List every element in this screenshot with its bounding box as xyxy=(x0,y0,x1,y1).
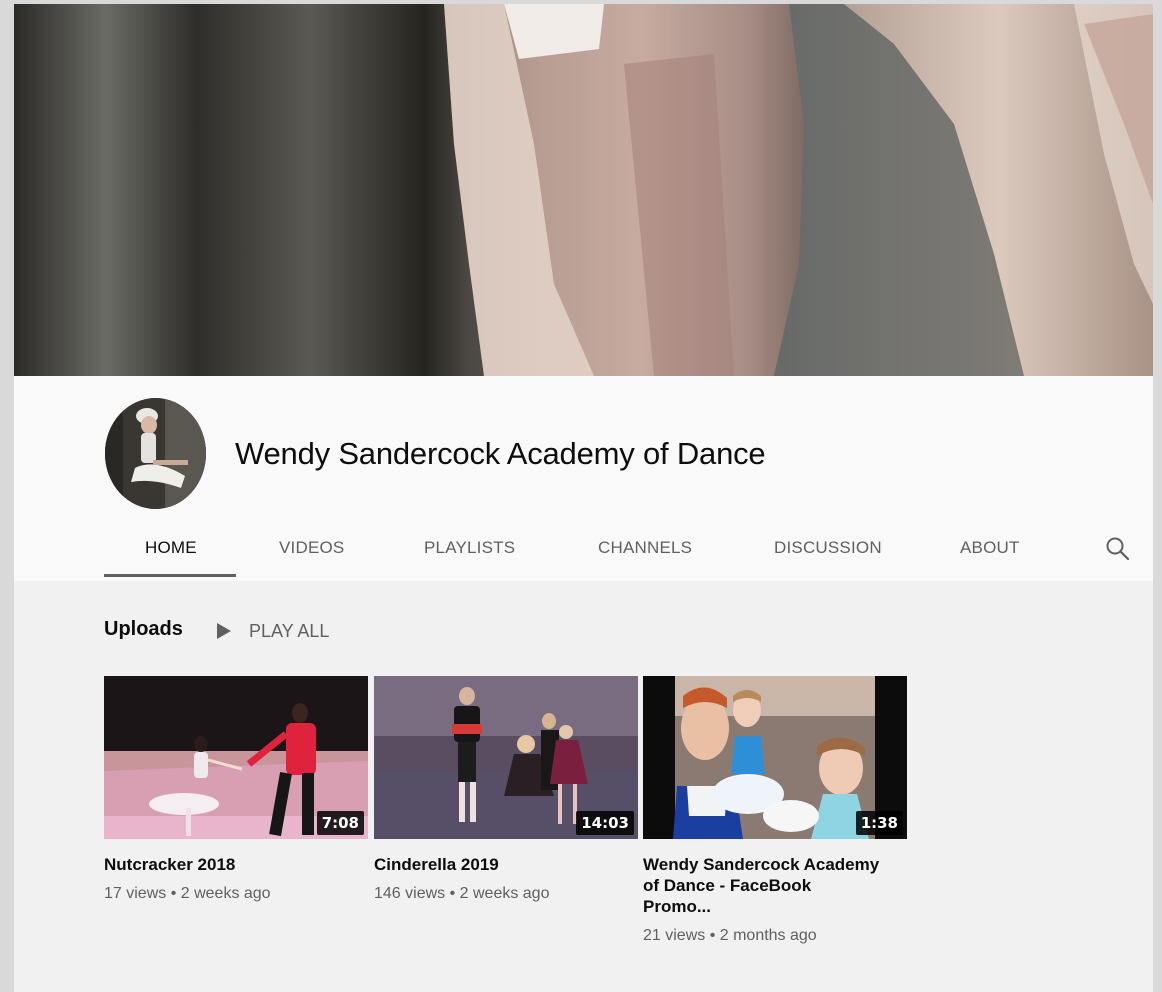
video-duration: 14:03 xyxy=(576,811,634,835)
channel-banner xyxy=(14,4,1153,376)
video-meta: 21 views • 2 months ago xyxy=(643,927,817,944)
video-meta: 17 views • 2 weeks ago xyxy=(104,885,271,902)
channel-avatar[interactable] xyxy=(105,398,206,509)
channel-page: Wendy Sandercock Academy of Dance HOME V… xyxy=(14,4,1153,992)
video-title[interactable]: Cinderella 2019 xyxy=(374,854,614,875)
tab-videos[interactable]: VIDEOS xyxy=(279,538,344,558)
uploads-heading[interactable]: Uploads xyxy=(104,618,183,641)
video-thumbnail[interactable]: 14:03 xyxy=(374,676,638,839)
tab-channels[interactable]: CHANNELS xyxy=(598,538,692,558)
tab-home[interactable]: HOME xyxy=(145,538,197,558)
video-card[interactable]: 7:08 Nutcracker 2018 17 views • 2 weeks … xyxy=(104,676,368,903)
video-title[interactable]: Nutcracker 2018 xyxy=(104,854,344,875)
search-icon[interactable] xyxy=(1105,536,1131,562)
channel-header: Wendy Sandercock Academy of Dance HOME V… xyxy=(14,376,1153,581)
play-all-button[interactable]: PLAY ALL xyxy=(217,618,329,644)
play-all-label: PLAY ALL xyxy=(249,620,330,641)
video-duration: 7:08 xyxy=(316,811,364,835)
video-title[interactable]: Wendy Sandercock Academy of Dance - Face… xyxy=(643,854,883,917)
active-tab-indicator xyxy=(104,574,236,577)
tab-playlists[interactable]: PLAYLISTS xyxy=(424,538,515,558)
video-thumbnail[interactable]: 7:08 xyxy=(104,676,368,839)
tab-about[interactable]: ABOUT xyxy=(960,538,1020,558)
video-meta: 146 views • 2 weeks ago xyxy=(374,885,550,902)
video-thumbnail[interactable]: 1:38 xyxy=(643,676,907,839)
video-card[interactable]: 1:38 Wendy Sandercock Academy of Dance -… xyxy=(643,676,907,945)
play-icon xyxy=(217,623,231,639)
video-duration: 1:38 xyxy=(855,811,903,835)
banner-image xyxy=(14,4,1153,376)
avatar-image xyxy=(105,398,206,509)
channel-name: Wendy Sandercock Academy of Dance xyxy=(235,436,766,471)
video-card[interactable]: 14:03 Cinderella 2019 146 views • 2 week… xyxy=(374,676,638,903)
tab-discussion[interactable]: DISCUSSION xyxy=(774,538,882,558)
channel-tabs: HOME VIDEOS PLAYLISTS CHANNELS DISCUSSIO… xyxy=(14,526,1153,581)
